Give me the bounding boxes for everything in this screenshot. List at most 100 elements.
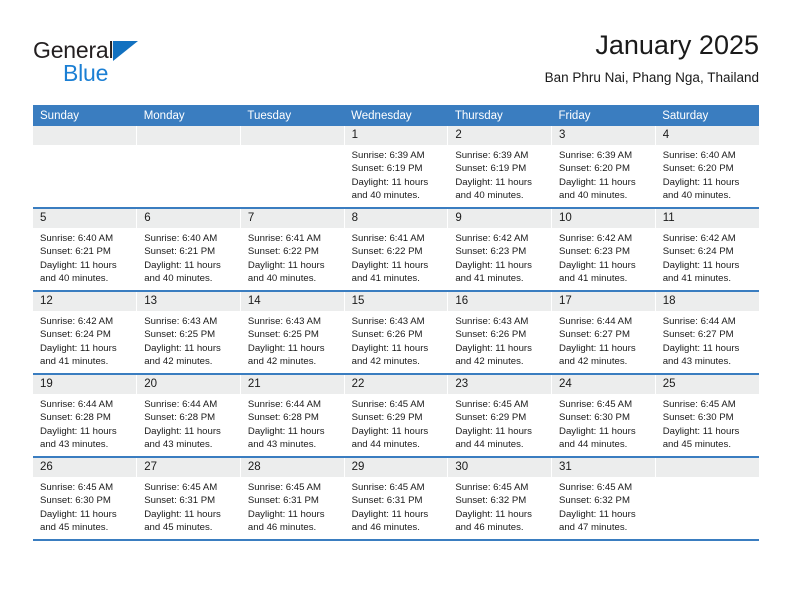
day-details: Sunrise: 6:43 AM Sunset: 6:25 PM Daylight:… [241, 311, 344, 369]
day-daylight-line: Daylight: 11 hours [662, 176, 740, 188]
calendar-day-cell[interactable]: 8 Sunrise: 6:41 AM Sunset: 6:22 PM Daylight… [344, 208, 449, 292]
day-number: 4 [655, 126, 759, 145]
weekday-header-wednesday: Wednesday [344, 105, 448, 126]
day-sunset-line: Sunset: 6:31 PM [351, 495, 423, 507]
calendar-day-cell[interactable]: 12 Sunrise: 6:42 AM Sunset: 6:24 PM Dayligh… [33, 291, 138, 375]
day-details: Sunrise: 6:41 AM Sunset: 6:22 PM Daylight:… [241, 228, 344, 286]
calendar-day-cell[interactable]: 23 Sunrise: 6:45 AM Sunset: 6:29 PM Dayligh… [447, 374, 553, 458]
day-sunrise-line: Sunrise: 6:44 AM [559, 316, 633, 327]
day-details: Sunrise: 6:44 AM Sunset: 6:27 PM Daylight:… [656, 311, 759, 369]
day-details: Sunrise: 6:42 AM Sunset: 6:24 PM Daylight:… [656, 228, 759, 286]
day-daylight-line: Daylight: 11 hours [40, 342, 117, 354]
calendar-day-cell[interactable]: 17 Sunrise: 6:44 AM Sunset: 6:27 PM Dayligh… [551, 291, 656, 375]
day-sunset-line: Sunset: 6:23 PM [559, 246, 630, 258]
day-sunrise-line: Sunrise: 6:44 AM [662, 316, 736, 327]
day-daylight-line: and 43 minutes. [144, 439, 213, 451]
day-daylight-line: Daylight: 11 hours [662, 425, 740, 437]
calendar-day-cell[interactable]: 22 Sunrise: 6:45 AM Sunset: 6:29 PM Dayligh… [344, 374, 449, 458]
page-subtitle: Ban Phru Nai, Phang Nga, Thailand [544, 70, 759, 85]
day-sunrise-line: Sunrise: 6:45 AM [559, 482, 633, 493]
calendar-day-cell[interactable]: 16 Sunrise: 6:43 AM Sunset: 6:26 PM Dayligh… [447, 291, 553, 375]
day-number: 22 [344, 375, 448, 394]
day-daylight-line: Daylight: 11 hours [559, 176, 636, 188]
calendar-day-cell[interactable]: 5 Sunrise: 6:40 AM Sunset: 6:21 PM Daylight… [33, 208, 138, 292]
calendar-week-row: 12 Sunrise: 6:42 AM Sunset: 6:24 PM Dayligh… [33, 291, 759, 375]
day-details: Sunrise: 6:43 AM Sunset: 6:26 PM Daylight:… [448, 311, 551, 369]
day-number: 17 [552, 292, 655, 311]
calendar-body: 1 Sunrise: 6:39 AM Sunset: 6:19 PM Daylight… [33, 126, 759, 541]
day-sunrise-line: Sunrise: 6:43 AM [351, 316, 425, 327]
page-title: January 2025 [595, 30, 759, 60]
day-number: 7 [240, 209, 344, 228]
weekday-row: Sunday Monday Tuesday Wednesday Thursday Frid… [33, 105, 759, 126]
calendar-day-cell[interactable]: 26 Sunrise: 6:45 AM Sunset: 6:30 PM Dayligh… [33, 457, 138, 541]
calendar-day-cell[interactable]: 4 Sunrise: 6:40 AM Sunset: 6:20 PM Daylight… [655, 126, 759, 209]
day-daylight-line: and 47 minutes. [559, 522, 628, 534]
weekday-header-sunday: Sunday [33, 105, 137, 126]
weekday-header-saturday: Saturday [655, 105, 759, 126]
day-sunrise-line: Sunrise: 6:45 AM [559, 399, 633, 410]
calendar-day-cell[interactable]: 19 Sunrise: 6:44 AM Sunset: 6:28 PM Dayligh… [33, 374, 138, 458]
calendar-day-cell[interactable]: 3 Sunrise: 6:39 AM Sunset: 6:20 PM Daylight… [551, 126, 656, 209]
calendar-day-cell[interactable]: 18 Sunrise: 6:44 AM Sunset: 6:27 PM Dayligh… [655, 291, 759, 375]
calendar-day-cell[interactable]: 29 Sunrise: 6:45 AM Sunset: 6:31 PM Dayligh… [344, 457, 449, 541]
calendar-day-cell[interactable]: 10 Sunrise: 6:42 AM Sunset: 6:23 PM Dayligh… [551, 208, 656, 292]
calendar-day-cell[interactable]: 28 Sunrise: 6:45 AM Sunset: 6:31 PM Dayligh… [240, 457, 345, 541]
day-details: Sunrise: 6:44 AM Sunset: 6:28 PM Daylight:… [33, 394, 136, 452]
day-daylight-line: and 43 minutes. [40, 439, 109, 451]
day-daylight-line: and 40 minutes. [662, 190, 731, 202]
day-number [33, 126, 137, 145]
day-number: 8 [344, 209, 448, 228]
calendar-day-cell[interactable]: 25 Sunrise: 6:45 AM Sunset: 6:30 PM Dayligh… [655, 374, 759, 458]
calendar-day-cell[interactable]: 30 Sunrise: 6:45 AM Sunset: 6:32 PM Dayligh… [447, 457, 553, 541]
calendar-week-row: 5 Sunrise: 6:40 AM Sunset: 6:21 PM Daylight… [33, 208, 759, 292]
day-daylight-line: and 43 minutes. [247, 439, 317, 451]
day-details: Sunrise: 6:44 AM Sunset: 6:28 PM Daylight:… [241, 394, 344, 452]
day-details: Sunrise: 6:39 AM Sunset: 6:19 PM Daylight:… [448, 145, 551, 203]
day-daylight-line: and 40 minutes. [144, 273, 213, 285]
day-number: 14 [240, 292, 344, 311]
day-sunrise-line: Sunrise: 6:40 AM [144, 233, 218, 244]
calendar-day-cell[interactable]: 20 Sunrise: 6:44 AM Sunset: 6:28 PM Dayligh… [136, 374, 241, 458]
calendar-day-cell[interactable]: 24 Sunrise: 6:45 AM Sunset: 6:30 PM Dayligh… [551, 374, 656, 458]
day-sunrise-line: Sunrise: 6:44 AM [40, 399, 114, 410]
day-sunset-line: Sunset: 6:19 PM [455, 163, 527, 175]
day-daylight-line: Daylight: 11 hours [144, 425, 221, 437]
day-details: Sunrise: 6:45 AM Sunset: 6:32 PM Daylight:… [552, 477, 655, 535]
calendar-day-cell[interactable]: 27 Sunrise: 6:45 AM Sunset: 6:31 PM Dayligh… [136, 457, 241, 541]
day-number: 2 [448, 126, 552, 145]
calendar-day-cell[interactable]: 13 Sunrise: 6:43 AM Sunset: 6:25 PM Dayligh… [136, 291, 241, 375]
day-daylight-line: and 45 minutes. [662, 439, 731, 451]
day-sunrise-line: Sunrise: 6:41 AM [247, 233, 321, 244]
day-sunrise-line: Sunrise: 6:42 AM [455, 233, 529, 244]
day-number: 13 [137, 292, 240, 311]
weekday-header-friday: Friday [551, 105, 656, 126]
calendar-day-cell[interactable]: 14 Sunrise: 6:43 AM Sunset: 6:25 PM Dayligh… [240, 291, 345, 375]
calendar-day-cell[interactable]: 31 Sunrise: 6:45 AM Sunset: 6:32 PM Dayligh… [551, 457, 656, 541]
day-sunset-line: Sunset: 6:32 PM [455, 495, 527, 507]
day-number: 11 [655, 209, 759, 228]
day-sunset-line: Sunset: 6:22 PM [247, 246, 319, 258]
day-sunset-line: Sunset: 6:30 PM [40, 495, 111, 507]
calendar-day-cell[interactable]: 21 Sunrise: 6:44 AM Sunset: 6:28 PM Dayligh… [240, 374, 345, 458]
calendar-day-cell[interactable]: 1 Sunrise: 6:39 AM Sunset: 6:19 PM Daylight… [344, 126, 449, 209]
day-sunrise-line: Sunrise: 6:45 AM [455, 399, 529, 410]
day-details: Sunrise: 6:44 AM Sunset: 6:28 PM Daylight:… [137, 394, 240, 452]
day-sunset-line: Sunset: 6:20 PM [559, 163, 630, 175]
calendar-grid: Sunday Monday Tuesday Wednesday Thursday Frid… [33, 105, 759, 541]
day-sunrise-line: Sunrise: 6:41 AM [351, 233, 425, 244]
calendar-day-cell[interactable]: 15 Sunrise: 6:43 AM Sunset: 6:26 PM Dayligh… [344, 291, 449, 375]
day-sunrise-line: Sunrise: 6:45 AM [351, 399, 425, 410]
day-details: Sunrise: 6:45 AM Sunset: 6:30 PM Daylight:… [552, 394, 655, 452]
day-sunset-line: Sunset: 6:25 PM [144, 329, 216, 341]
calendar-day-cell[interactable]: 11 Sunrise: 6:42 AM Sunset: 6:24 PM Dayligh… [655, 208, 759, 292]
calendar-day-cell[interactable]: 9 Sunrise: 6:42 AM Sunset: 6:23 PM Daylight… [447, 208, 553, 292]
day-daylight-line: and 42 minutes. [247, 356, 317, 368]
calendar-day-cell[interactable]: 6 Sunrise: 6:40 AM Sunset: 6:21 PM Daylight… [136, 208, 241, 292]
calendar-day-cell-empty [240, 126, 345, 209]
day-details: Sunrise: 6:40 AM Sunset: 6:21 PM Daylight:… [33, 228, 136, 286]
brand-logo[interactable]: General Blue [33, 36, 253, 92]
day-details: Sunrise: 6:45 AM Sunset: 6:32 PM Daylight:… [448, 477, 551, 535]
calendar-day-cell[interactable]: 2 Sunrise: 6:39 AM Sunset: 6:19 PM Daylight… [447, 126, 553, 209]
calendar-day-cell[interactable]: 7 Sunrise: 6:41 AM Sunset: 6:22 PM Daylight… [240, 208, 345, 292]
